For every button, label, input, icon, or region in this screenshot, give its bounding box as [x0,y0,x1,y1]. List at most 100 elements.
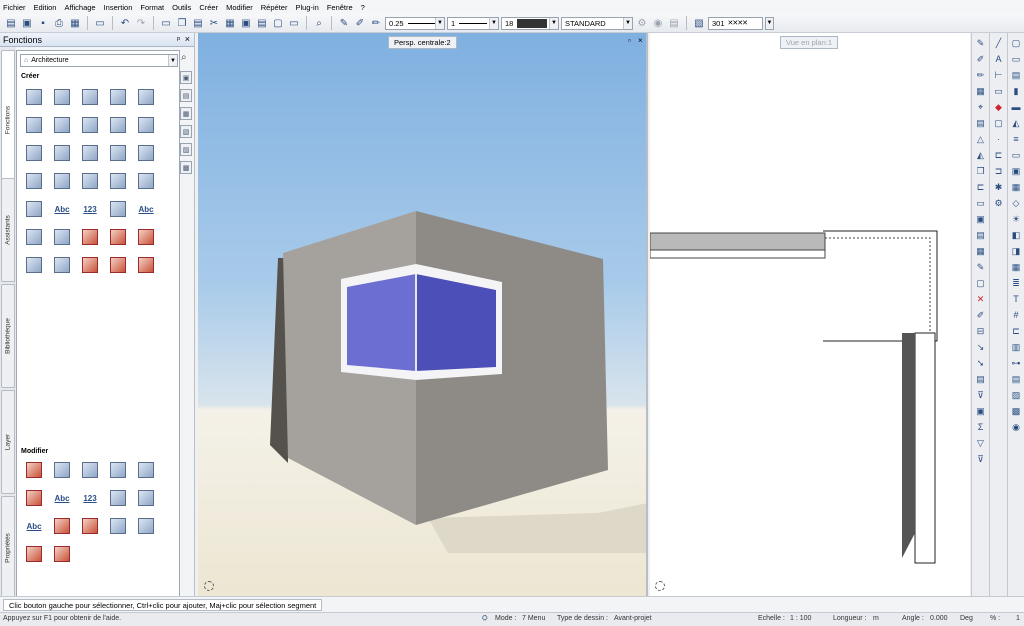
open-file-icon[interactable]: ▣ [20,16,34,30]
roof-icon[interactable]: ◭ [1009,116,1023,130]
window-icon[interactable]: ▤ [1009,68,1023,82]
funnel-plus-icon[interactable]: ⊽ [974,452,988,466]
pen-settings-icon[interactable]: ✐ [353,16,367,30]
eraser-icon[interactable]: ◆ [992,100,1006,114]
selection-icon[interactable]: ▢ [992,116,1006,130]
cube-tool-icon[interactable] [76,139,104,167]
plan-viewport[interactable]: Vue en plan:1 [650,33,970,596]
undo-icon[interactable]: ↶ [118,16,132,30]
link-icon[interactable]: ⊶ [1009,356,1023,370]
modify-extend-icon[interactable] [104,456,132,484]
wall-tool-icon[interactable] [20,83,48,111]
menu-outils[interactable]: Outils [172,3,191,12]
pen-icon[interactable]: ✐ [974,52,988,66]
modify-view-icon[interactable] [132,456,160,484]
modify-fillet-icon[interactable] [132,512,160,540]
brush-icon[interactable]: ✏ [974,68,988,82]
window-tool-icon[interactable] [76,83,104,111]
measure-icon[interactable]: ⊏ [974,180,988,194]
railing-tool-icon[interactable] [76,167,104,195]
cut-icon[interactable]: ✂ [207,16,221,30]
image-icon[interactable]: ▦ [974,244,988,258]
modify-text-icon[interactable]: Abc [48,484,76,512]
triangle-icon[interactable]: △ [974,132,988,146]
snap-icon[interactable]: ⌖ [974,100,988,114]
subpalette-button-6[interactable]: ▩ [180,161,192,174]
scale-value[interactable]: 1 : 100 [790,615,811,622]
menu-creer[interactable]: Créer [199,3,218,12]
edit-icon[interactable]: ✎ [974,260,988,274]
modify-number-icon[interactable]: 123 [76,484,104,512]
symbol-icon[interactable]: ◇ [1009,196,1023,210]
text-icon[interactable]: A [992,52,1006,66]
tab-bibliotheque[interactable]: Bibliothèque [1,284,15,388]
text-tool-icon[interactable]: Abc [48,195,76,223]
preview-icon[interactable]: ▦ [68,16,82,30]
print-icon[interactable]: ⎙ [52,16,66,30]
drawing-type-value[interactable]: Avant-projet [614,615,652,622]
modify-split-icon[interactable] [20,540,48,568]
modify-magnet-icon[interactable] [48,540,76,568]
layer-lock-icon[interactable]: ▤ [667,16,681,30]
block-tool-icon[interactable] [132,111,160,139]
tab-assistants[interactable]: Assistants [1,178,15,282]
text-style-icon[interactable]: T [1009,292,1023,306]
modify-properties-icon[interactable] [20,456,48,484]
modify-label-icon[interactable]: Abc [20,512,48,540]
selection-icon[interactable]: ▣ [974,404,988,418]
close-icon[interactable]: × [185,34,190,44]
copy-icon[interactable]: ❐ [974,164,988,178]
opening-tool-icon[interactable] [48,83,76,111]
subpalette-button-5[interactable]: ▨ [180,143,192,156]
modify-search-icon[interactable] [132,484,160,512]
offset-icon[interactable]: ⊏ [992,148,1006,162]
furniture-icon[interactable]: ▨ [1009,388,1023,402]
menu-plugin[interactable]: Plug-in [295,3,318,12]
slab-icon[interactable]: ▬ [1009,100,1023,114]
slab-tool-icon[interactable] [20,111,48,139]
new-file-icon[interactable]: ▤ [4,16,18,30]
section-tool-icon[interactable] [76,223,104,251]
orbit-icon[interactable] [204,581,214,591]
wall-icon[interactable]: ▢ [1009,36,1023,50]
column-tool-icon[interactable] [132,83,160,111]
pin-icon[interactable]: ᵖ [177,35,180,44]
chevron-down-icon[interactable]: ▼ [435,17,444,29]
pen-icon[interactable]: ✐ [974,308,988,322]
menu-modifier[interactable]: Modifier [226,3,253,12]
chevron-down-icon[interactable]: ▼ [765,16,774,30]
menu-insertion[interactable]: Insertion [104,3,133,12]
modify-offset-icon[interactable] [104,512,132,540]
label-icon[interactable]: ▭ [992,84,1006,98]
sum-icon[interactable]: Σ [974,420,988,434]
window-icon[interactable]: ▣ [239,16,253,30]
stack-icon[interactable]: ▤ [974,228,988,242]
modify-copy-icon[interactable] [76,512,104,540]
paste-icon[interactable]: ▤ [191,16,205,30]
save-icon[interactable]: ▪ [36,16,50,30]
table-icon[interactable]: ▦ [1009,260,1023,274]
zoom-icon[interactable]: ⌕ [312,16,326,30]
menu-edition[interactable]: Edition [34,3,57,12]
chimney-tool-icon[interactable] [104,139,132,167]
menu-fenetre[interactable]: Fenêtre [327,3,353,12]
tab-proprietes[interactable]: Propriétés [1,496,15,600]
number-icon[interactable]: # [1009,308,1023,322]
layer-visibility-icon[interactable]: ◉ [651,16,665,30]
funnel-icon[interactable]: ▽ [974,436,988,450]
cursor-icon[interactable]: ➘ [974,356,988,370]
beam-icon[interactable]: ▭ [1009,148,1023,162]
view-icon[interactable]: ▢ [271,16,285,30]
post-tool-icon[interactable] [48,139,76,167]
library-icon[interactable]: ▤ [1009,372,1023,386]
grid-tool-icon[interactable] [104,167,132,195]
layer-combo[interactable]: STANDARD ▼ [561,16,633,30]
close-icon[interactable]: × [638,36,643,45]
menu-fichier[interactable]: Fichier [3,3,26,12]
angle-value[interactable]: 0.000 [930,615,948,622]
stair-tool-icon[interactable] [76,111,104,139]
pen-thickness-combo[interactable]: 0.25 ▼ [385,16,445,30]
menu-affichage[interactable]: Affichage [64,3,95,12]
pencil-icon[interactable]: ✎ [974,36,988,50]
frame-icon[interactable]: ▭ [287,16,301,30]
